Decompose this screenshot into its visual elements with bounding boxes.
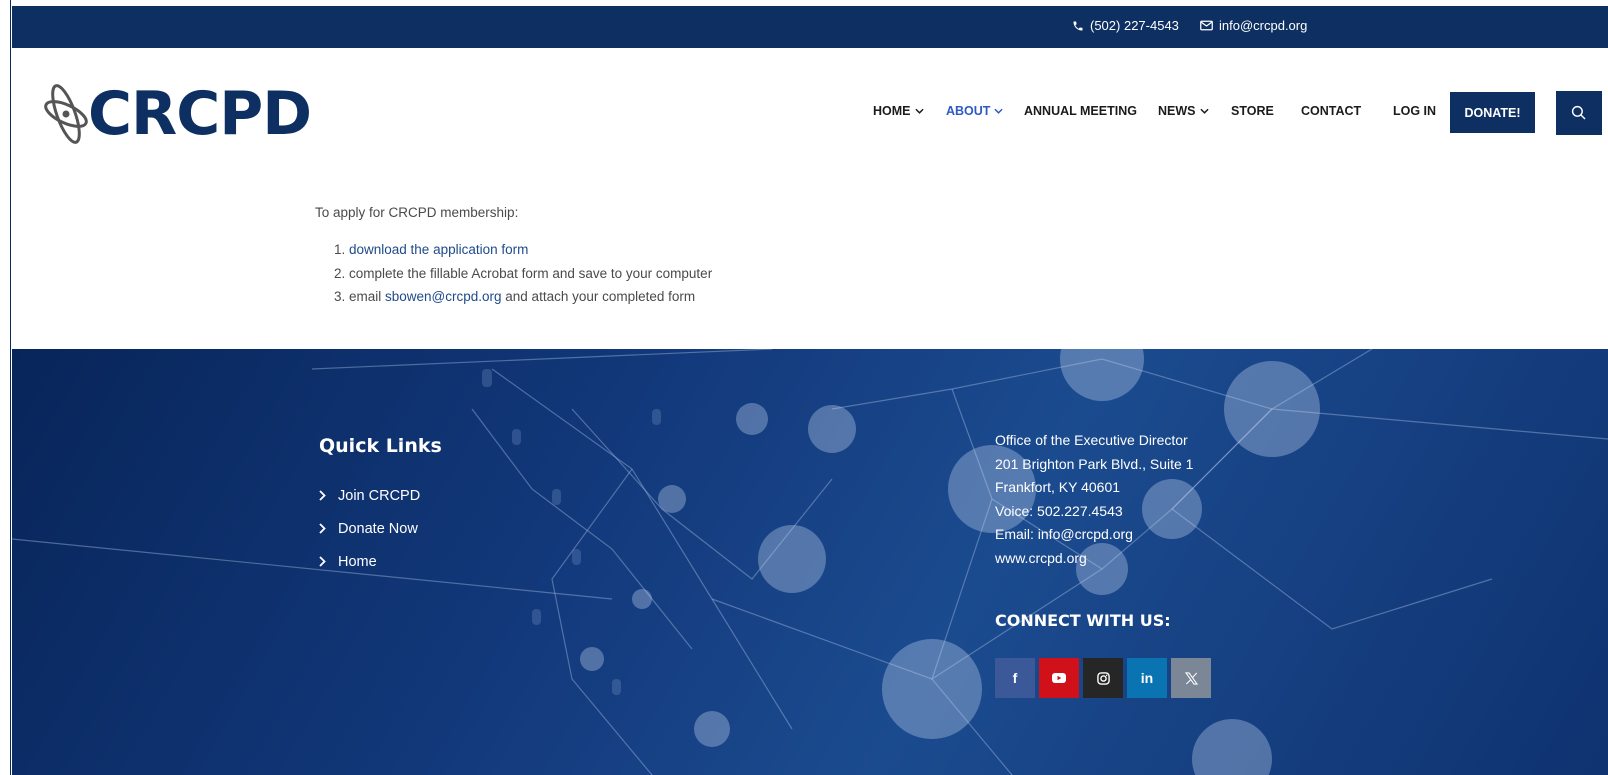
chevron-right-icon: [319, 523, 326, 534]
quick-link-label: Home: [338, 553, 377, 570]
logo-text: CRCPD: [88, 79, 312, 149]
phone-number: (502) 227-4543: [1090, 18, 1179, 33]
email-link[interactable]: sbowen@crcpd.org: [385, 289, 502, 304]
chevron-right-icon: [319, 556, 326, 567]
quick-link-donate[interactable]: Donate Now: [319, 512, 420, 545]
chevron-down-icon: [914, 108, 924, 114]
top-contact-bar: (502) 227-4543 info@crcpd.org: [12, 6, 1608, 48]
step-text: complete the fillable Acrobat form and s…: [349, 265, 713, 281]
page-border: [0, 0, 11, 775]
phone-icon: [1072, 20, 1084, 32]
chevron-down-icon: [994, 108, 1004, 114]
office-address: Office of the Executive Director 201 Bri…: [995, 429, 1193, 570]
donate-button[interactable]: DONATE!: [1450, 92, 1535, 133]
site-header: CRCPD HOME ABOUT ANNUAL MEETING NEWS STO…: [12, 48, 1608, 180]
search-button[interactable]: [1556, 91, 1602, 135]
quick-links-list: Join CRCPD Donate Now Home: [319, 479, 420, 578]
list-item: complete the fillable Acrobat form and s…: [349, 262, 712, 286]
nav-item-about[interactable]: ABOUT: [946, 104, 1004, 118]
youtube-icon[interactable]: [1039, 658, 1079, 698]
camera-icon: [1096, 671, 1110, 685]
email-address: info@crcpd.org: [1219, 18, 1308, 33]
envelope-icon: [1200, 20, 1213, 31]
download-form-link[interactable]: download the application form: [349, 242, 528, 257]
x-logo-icon: [1184, 671, 1198, 685]
nav-item-store[interactable]: STORE: [1231, 104, 1274, 118]
steps-list: download the application form complete t…: [315, 238, 712, 309]
nav-label: STORE: [1231, 104, 1274, 118]
nav-item-home[interactable]: HOME: [873, 104, 924, 118]
address-line: Frankfort, KY 40601: [995, 479, 1121, 495]
nav-item-annual-meeting[interactable]: ANNUAL MEETING: [1024, 104, 1137, 118]
search-icon: [1571, 105, 1586, 120]
instagram-icon[interactable]: [1083, 658, 1123, 698]
facebook-icon[interactable]: f: [995, 658, 1035, 698]
nav-label: HOME: [873, 104, 911, 118]
nav-item-login[interactable]: LOG IN: [1393, 104, 1436, 118]
nav-label: ABOUT: [946, 104, 991, 118]
nav-item-contact[interactable]: CONTACT: [1301, 104, 1361, 118]
chevron-right-icon: [319, 490, 326, 501]
address-line: Email: info@crcpd.org: [995, 526, 1133, 542]
nav-item-news[interactable]: NEWS: [1158, 104, 1209, 118]
quick-link-home[interactable]: Home: [319, 545, 420, 578]
x-twitter-icon[interactable]: [1171, 658, 1211, 698]
intro-text: To apply for CRCPD membership:: [315, 205, 519, 220]
site-logo[interactable]: CRCPD: [42, 74, 312, 154]
network-background-image: [12, 349, 1608, 775]
atom-icon: [44, 84, 88, 144]
nav-label: CONTACT: [1301, 104, 1362, 118]
address-line: www.crcpd.org: [995, 549, 1087, 566]
quick-link-label: Donate Now: [338, 520, 418, 537]
nav-label: ANNUAL MEETING: [1024, 104, 1137, 118]
nav-label: NEWS: [1158, 104, 1196, 118]
address-line: 201 Brighton Park Blvd., Suite 1: [995, 455, 1194, 472]
address-line: Office of the Executive Director: [995, 432, 1188, 448]
email-contact[interactable]: info@crcpd.org: [1200, 18, 1307, 33]
list-item: email sbowen@crcpd.org and attach your c…: [349, 285, 712, 309]
quick-link-label: Join CRCPD: [338, 487, 421, 504]
phone-contact[interactable]: (502) 227-4543: [1072, 18, 1179, 33]
step-text: email: [349, 289, 386, 304]
membership-content: To apply for CRCPD membership: download …: [315, 205, 712, 309]
list-item: download the application form: [349, 238, 712, 262]
linkedin-icon[interactable]: in: [1127, 658, 1167, 698]
quick-links-title: Quick Links: [319, 435, 442, 457]
site-footer: Quick Links Join CRCPD Donate Now Home O…: [12, 349, 1608, 775]
chevron-down-icon: [1199, 108, 1209, 114]
quick-link-join[interactable]: Join CRCPD: [319, 479, 420, 512]
connect-title: CONNECT WITH US:: [995, 611, 1171, 630]
social-links: f in: [995, 658, 1211, 698]
address-line: Voice: 502.227.4543: [995, 502, 1123, 519]
step-text: and attach your completed form: [501, 289, 696, 304]
nav-label: LOG IN: [1393, 104, 1437, 118]
play-icon: [1052, 673, 1066, 683]
